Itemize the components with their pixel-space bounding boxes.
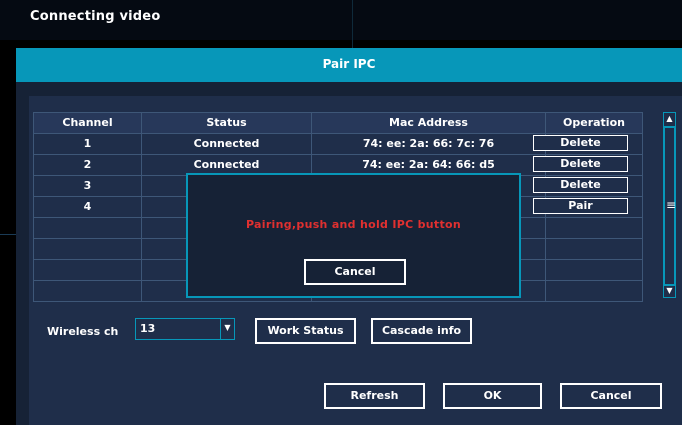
header-operation: Operation xyxy=(546,113,643,134)
pairing-popup: Pairing,push and hold IPC button Cancel xyxy=(186,173,521,298)
header-mac-address: Mac Address xyxy=(312,113,546,134)
refresh-button[interactable]: Refresh xyxy=(324,383,425,409)
empty-cell xyxy=(33,239,142,260)
work-status-button[interactable]: Work Status xyxy=(255,318,356,344)
channel-cell: 4 xyxy=(33,197,142,218)
channel-cell: 3 xyxy=(33,176,142,197)
table-header-row: Channel Status Mac Address Operation xyxy=(33,113,643,134)
header-status: Status xyxy=(142,113,312,134)
header-channel: Channel xyxy=(33,113,142,134)
dialog-header: Pair IPC xyxy=(16,48,682,82)
empty-cell xyxy=(546,239,643,260)
wireless-channel-label: Wireless ch xyxy=(47,325,119,338)
popup-cancel-button[interactable]: Cancel xyxy=(304,259,406,285)
status-cell: Connected xyxy=(142,134,312,155)
arrow-up-icon[interactable]: ▲ xyxy=(664,113,675,125)
cancel-button[interactable]: Cancel xyxy=(560,383,662,409)
divider xyxy=(352,0,353,48)
empty-cell xyxy=(33,260,142,281)
empty-cell xyxy=(546,281,643,302)
arrow-down-icon[interactable]: ▼ xyxy=(664,285,675,297)
empty-cell xyxy=(33,218,142,239)
channel-cell: 1 xyxy=(33,134,142,155)
empty-cell xyxy=(546,260,643,281)
ok-button[interactable]: OK xyxy=(443,383,542,409)
top-status-bar: Connecting video xyxy=(0,0,682,40)
wireless-channel-select[interactable]: 13 ▼ xyxy=(135,318,235,340)
wireless-channel-value: 13 xyxy=(140,322,156,335)
delete-button[interactable]: Delete xyxy=(533,177,628,193)
delete-button[interactable]: Delete xyxy=(533,156,628,172)
dialog-title: Pair IPC xyxy=(322,57,376,71)
dropdown-arrow-icon[interactable]: ▼ xyxy=(220,319,234,339)
cascade-info-button[interactable]: Cascade info xyxy=(371,318,472,344)
empty-cell xyxy=(546,218,643,239)
pair-button[interactable]: Pair xyxy=(533,198,628,214)
mac-cell: 74: ee: 2a: 66: 7c: 76 xyxy=(312,134,546,155)
empty-cell xyxy=(33,281,142,302)
channel-cell: 2 xyxy=(33,155,142,176)
pair-ipc-dialog: Pair IPC Channel Status Mac Address Oper… xyxy=(16,48,682,425)
pairing-message: Pairing,push and hold IPC button xyxy=(245,218,462,231)
delete-button[interactable]: Delete xyxy=(533,135,628,151)
divider xyxy=(0,234,16,235)
window-title: Connecting video xyxy=(30,9,161,24)
scroll-grip-icon: ≡ xyxy=(666,198,677,212)
